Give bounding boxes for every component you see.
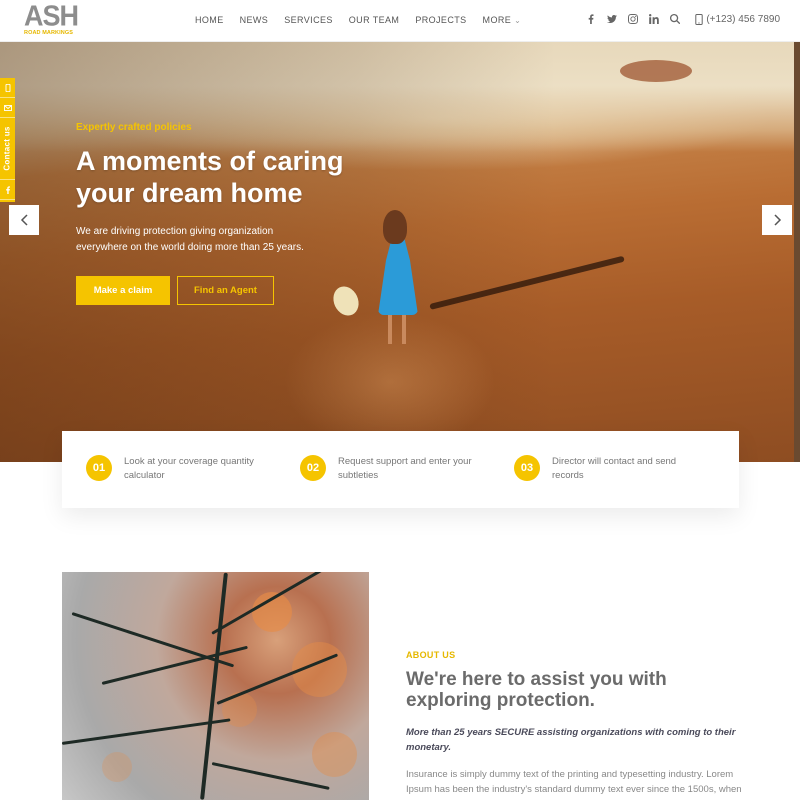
about-body: Insurance is simply dummy text of the pr… <box>406 769 742 800</box>
find-agent-button[interactable]: Find an Agent <box>177 276 274 305</box>
mail-icon[interactable] <box>0 98 15 118</box>
main-nav: HOME NEWS SERVICES OUR TEAM PROJECTS MOR… <box>195 15 537 25</box>
step-number: 02 <box>300 455 326 481</box>
mobile-phone-icon <box>695 14 704 25</box>
hero-text-line-1: We are driving protection giving organiz… <box>76 226 274 237</box>
hero-title-line-1: A moments of caring <box>76 146 344 176</box>
header-right: (+123) 456 7890 <box>580 14 780 25</box>
step-item: 02 Request support and enter your subtle… <box>300 455 478 483</box>
phone-contact[interactable]: (+123) 456 7890 <box>695 14 780 25</box>
make-claim-button[interactable]: Make a claim <box>76 276 170 305</box>
about-title: We're here to assist you with exploring … <box>406 669 746 711</box>
instagram-icon[interactable] <box>622 14 643 25</box>
hero-text-line-2: everywhere on the world doing more than … <box>76 242 304 253</box>
chevron-down-icon: ⌄ <box>514 16 522 25</box>
steps-card: 01 Look at your coverage quantity calcul… <box>62 431 739 508</box>
step-number: 03 <box>514 455 540 481</box>
step-item: 03 Director will contact and send record… <box>514 455 692 483</box>
branch <box>71 612 235 668</box>
linkedin-icon[interactable] <box>643 14 664 25</box>
slider-next-button[interactable] <box>762 205 792 235</box>
step-item: 01 Look at your coverage quantity calcul… <box>86 455 264 483</box>
phone-number: (+123) 456 7890 <box>706 14 780 25</box>
site-header: ASH ROAD MARKINGS HOME NEWS SERVICES OUR… <box>0 0 800 42</box>
hero-kicker: Expertly crafted policies <box>76 122 192 133</box>
hero-title: A moments of caring your dream home <box>76 145 406 209</box>
nav-more-label: MORE <box>482 15 512 25</box>
logo-text: ASH <box>24 0 79 32</box>
hero-right-edge <box>794 42 800 462</box>
step-text: Request support and enter your subtletie… <box>338 456 472 481</box>
step-text: Director will contact and send records <box>552 456 677 481</box>
chevron-left-icon <box>20 214 28 226</box>
nav-more[interactable]: MORE ⌄ <box>483 15 522 25</box>
nav-services[interactable]: SERVICES <box>284 15 333 25</box>
nav-home[interactable]: HOME <box>195 15 224 25</box>
hero-title-line-2: your dream home <box>76 178 303 208</box>
bokeh-light <box>312 732 357 777</box>
about-title-line-2: exploring protection. <box>406 690 595 711</box>
about-lead: More than 25 years SECURE assisting orga… <box>406 727 736 753</box>
about-image <box>62 572 369 800</box>
about-title-line-1: We're here to assist you with <box>406 669 667 690</box>
step-number: 01 <box>86 455 112 481</box>
facebook-icon[interactable] <box>580 14 601 25</box>
nav-news[interactable]: NEWS <box>240 15 269 25</box>
hero-figure-legs <box>388 314 406 344</box>
slider-prev-button[interactable] <box>9 205 39 235</box>
step-text: Look at your coverage quantity calculato… <box>124 456 254 481</box>
site-logo[interactable]: ASH ROAD MARKINGS <box>24 0 79 37</box>
chevron-right-icon <box>773 214 781 226</box>
about-kicker: ABOUT US <box>406 650 456 660</box>
branch <box>211 762 330 790</box>
hero-buttons: Make a claim Find an Agent <box>76 276 406 305</box>
bokeh-light <box>102 752 132 782</box>
twitter-icon[interactable] <box>601 14 622 25</box>
mobile-icon[interactable] <box>0 78 15 98</box>
nav-projects[interactable]: PROJECTS <box>415 15 466 25</box>
hero-description: We are driving protection giving organiz… <box>76 224 406 256</box>
about-section: ABOUT US We're here to assist you with e… <box>406 650 746 800</box>
facebook-icon[interactable] <box>0 180 15 200</box>
nav-our-team[interactable]: OUR TEAM <box>349 15 400 25</box>
hero-slider: Expertly crafted policies A moments of c… <box>0 42 794 462</box>
side-contact-bar: Contact us <box>0 78 15 202</box>
contact-us-label: Contact us <box>3 126 12 171</box>
contact-us-tab[interactable]: Contact us <box>0 118 15 180</box>
hero-content: Expertly crafted policies A moments of c… <box>76 122 406 305</box>
search-icon[interactable] <box>664 14 685 25</box>
